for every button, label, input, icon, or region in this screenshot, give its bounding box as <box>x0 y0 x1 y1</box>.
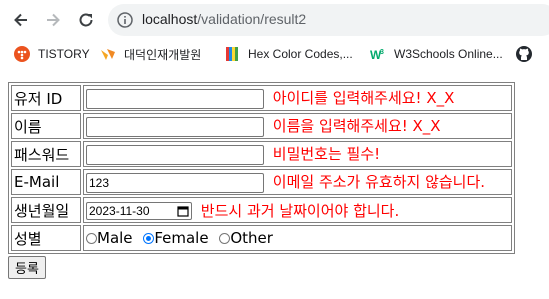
birth-error: 반드시 과거 날짜이어야 합니다. <box>200 201 400 220</box>
bookmark-label: W3Schools Online... <box>394 47 503 61</box>
arrow-left-icon <box>14 13 27 27</box>
svg-text:3: 3 <box>380 49 384 56</box>
bookmark-hex-color[interactable]: Hex Color Codes,... <box>224 44 353 64</box>
submit-button[interactable]: 등록 <box>8 256 46 279</box>
password-error: 비밀번호는 필수! <box>272 145 381 164</box>
radio-other[interactable] <box>219 233 231 244</box>
url-path: /validation/result2 <box>197 11 307 27</box>
reload-icon <box>79 13 93 27</box>
signup-form-table: 유저 ID 아이디를 입력해주세요! X_X 이름 이름을 입력해주세요! X_… <box>8 82 515 254</box>
name-label: 이름 <box>11 113 81 139</box>
page-content: 유저 ID 아이디를 입력해주세요! X_X 이름 이름을 입력해주세요! X_… <box>8 82 515 279</box>
email-cell: 이메일 주소가 유효하지 않습니다. <box>83 169 512 195</box>
form-row-password: 패스워드 비밀번호는 필수! <box>11 141 512 167</box>
email-input[interactable] <box>86 172 264 193</box>
userid-label: 유저 ID <box>11 85 81 111</box>
name-error: 이름을 입력해주세요! X_X <box>272 117 441 136</box>
bookmarks-bar: TISTORY 대덕인재개발원 Hex Color Codes,... W3 W… <box>0 40 549 68</box>
form-row-userid: 유저 ID 아이디를 입력해주세요! X_X <box>11 85 512 111</box>
email-error: 이메일 주소가 유효하지 않습니다. <box>272 173 486 192</box>
gender-option-female[interactable]: Female <box>143 229 209 247</box>
form-row-email: E-Mail 이메일 주소가 유효하지 않습니다. <box>11 169 512 195</box>
birth-label: 생년월일 <box>11 197 81 223</box>
name-input[interactable] <box>86 116 264 137</box>
calendar-icon[interactable] <box>177 205 189 217</box>
url-text: localhost/validation/result2 <box>142 11 306 27</box>
gender-option-other[interactable]: Other <box>219 229 273 247</box>
gender-option-male[interactable]: Male <box>86 229 133 247</box>
color-book-icon <box>224 46 240 62</box>
gender-option-label: Female <box>154 229 209 247</box>
bookmark-label: TISTORY <box>38 47 90 61</box>
back-button[interactable] <box>9 8 33 32</box>
userid-error: 아이디를 입력해주세요! X_X <box>272 89 455 108</box>
arrow-right-icon <box>47 13 60 27</box>
address-bar[interactable]: localhost/validation/result2 <box>108 4 549 36</box>
userid-input[interactable] <box>86 88 264 109</box>
bookmark-w3schools[interactable]: W3 W3Schools Online... <box>370 44 503 64</box>
browser-toolbar: localhost/validation/result2 <box>0 0 549 40</box>
radio-male[interactable] <box>86 233 97 244</box>
bookmark-github[interactable] <box>516 44 540 64</box>
gender-label: 성별 <box>11 225 81 251</box>
bookmark-tistory[interactable]: TISTORY <box>14 44 90 64</box>
birth-date-input[interactable]: 2023-11-30 <box>86 202 192 220</box>
gender-option-label: Male <box>97 229 133 247</box>
name-cell: 이름을 입력해주세요! X_X <box>83 113 512 139</box>
url-host: localhost <box>142 11 198 27</box>
email-label: E-Mail <box>11 169 81 195</box>
userid-cell: 아이디를 입력해주세요! X_X <box>83 85 512 111</box>
gender-option-label: Other <box>230 229 273 247</box>
gender-cell: Male Female Other <box>83 225 512 251</box>
forward-button[interactable] <box>41 8 65 32</box>
w3schools-icon: W3 <box>370 46 386 62</box>
password-cell: 비밀번호는 필수! <box>83 141 512 167</box>
form-row-birth: 생년월일 2023-11-30 반드시 과거 날짜이어야 합니다. <box>11 197 512 223</box>
tistory-icon <box>14 46 30 62</box>
password-label: 패스워드 <box>11 141 81 167</box>
radio-female[interactable] <box>143 233 155 244</box>
github-icon <box>516 46 532 62</box>
password-input[interactable] <box>86 144 264 165</box>
birth-date-value: 2023-11-30 <box>89 204 150 218</box>
bookmark-label: Hex Color Codes,... <box>248 47 353 61</box>
form-row-gender: 성별 Male Female Other <box>11 225 512 251</box>
ddit-icon <box>100 46 116 62</box>
form-row-name: 이름 이름을 입력해주세요! X_X <box>11 113 512 139</box>
info-icon[interactable] <box>116 11 134 29</box>
bookmark-label: 대덕인재개발원 <box>124 47 202 62</box>
birth-cell: 2023-11-30 반드시 과거 날짜이어야 합니다. <box>83 197 512 223</box>
reload-button[interactable] <box>74 8 98 32</box>
bookmark-ddit[interactable]: 대덕인재개발원 <box>100 44 201 64</box>
